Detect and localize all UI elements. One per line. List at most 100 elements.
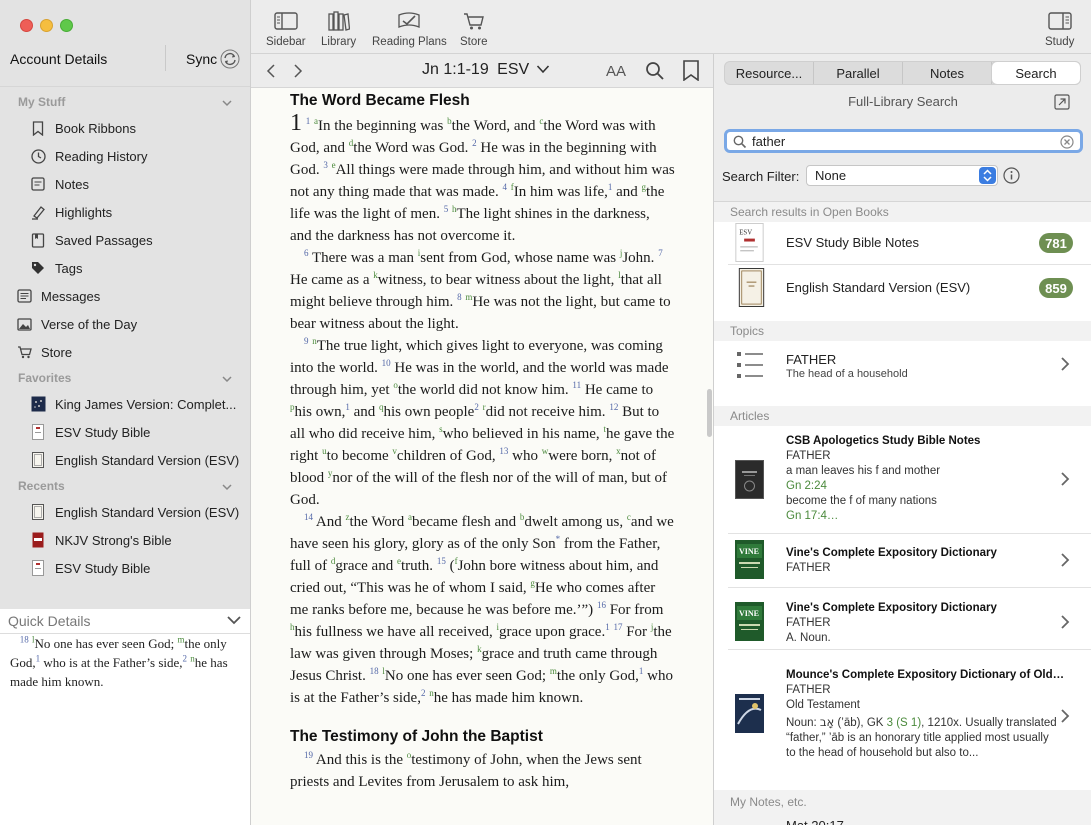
topic-row[interactable]: FATHER The head of a household <box>714 341 1091 387</box>
back-icon[interactable] <box>266 63 276 79</box>
nkjv-cover-icon <box>30 532 46 548</box>
sidebar: Account Details Sync My Stuff Book Ribbo… <box>0 0 251 825</box>
article-row[interactable]: VINE Vine's Complete Expository Dictionar… <box>714 534 1091 586</box>
clear-search-icon[interactable] <box>1060 135 1074 149</box>
chevron-down-icon[interactable] <box>226 614 242 626</box>
quick-details-panel: Quick Details 18 lNo one has ever seen G… <box>0 609 250 825</box>
my-notes-header: My Notes, etc. <box>714 790 1091 825</box>
open-external-icon[interactable] <box>1054 94 1070 110</box>
sidebar-item-verse-of-the-day[interactable]: Verse of the Day <box>16 313 137 335</box>
mounces-dictionary-cover-icon <box>735 694 764 733</box>
sidebar-icon <box>274 12 298 30</box>
search-filter-select[interactable]: None <box>806 165 998 186</box>
article-row[interactable]: Mounce's Complete Expository Dictionary … <box>714 650 1091 786</box>
recent-item-esv-study-bible[interactable]: ESV Study Bible <box>30 557 150 579</box>
bible-reader: Jn 1:1-19 ESV AA The Word Became Flesh 1… <box>251 54 713 825</box>
sidebar-item-book-ribbons[interactable]: Book Ribbons <box>30 117 136 139</box>
kjv-cover-icon <box>30 396 46 412</box>
minimize-window-button[interactable] <box>40 19 53 32</box>
study-button[interactable]: Study <box>1045 10 1074 48</box>
reading-plans-button[interactable]: Reading Plans <box>372 10 447 48</box>
pane-resize-handle[interactable] <box>707 389 712 437</box>
close-window-button[interactable] <box>20 19 33 32</box>
forward-icon[interactable] <box>293 63 303 79</box>
reader-header: Jn 1:1-19 ESV AA <box>251 54 713 88</box>
article-row[interactable]: CSB Apologetics Study Bible Notes FATHER a… <box>714 426 1091 542</box>
messages-icon <box>16 288 32 304</box>
quick-details-title: Quick Details <box>8 613 91 629</box>
paragraph: 1 1 aIn the beginning was bthe Word, and… <box>290 110 675 244</box>
search-icon[interactable] <box>645 61 665 81</box>
tab-resources[interactable]: Resource... <box>725 62 814 84</box>
tab-parallel[interactable]: Parallel <box>814 62 903 84</box>
articles-header: Articles <box>714 406 1091 426</box>
font-size-button[interactable]: AA <box>606 63 626 80</box>
esv-study-cover-icon <box>30 560 46 576</box>
article-line: FATHER <box>786 684 831 696</box>
cart-icon <box>463 13 484 30</box>
article-ref: Gn 17:4… <box>786 510 839 522</box>
chevron-right-icon <box>1060 708 1070 724</box>
article-line: become the f of many nations <box>786 495 937 507</box>
library-button[interactable]: Library <box>321 10 356 48</box>
reference-selector[interactable]: Jn 1:1-19 ESV <box>422 61 550 79</box>
esv-study-cover-icon <box>30 424 46 440</box>
favorite-item-esv-study-bible[interactable]: ESV Study Bible <box>30 421 150 443</box>
study-panel-icon <box>1048 12 1072 30</box>
tab-notes[interactable]: Notes <box>903 62 992 84</box>
paragraph: 9 nThe true light, which gives light to … <box>290 336 675 509</box>
bookmark-icon[interactable] <box>682 60 700 81</box>
sidebar-item-store[interactable]: Store <box>16 341 72 363</box>
saved-passage-icon <box>30 232 46 248</box>
zoom-window-button[interactable] <box>60 19 73 32</box>
sidebar-item-highlights[interactable]: Highlights <box>30 201 112 223</box>
vines-dictionary-cover-icon: VINE <box>735 540 764 579</box>
sidebar-item-reading-history[interactable]: Reading History <box>30 145 148 167</box>
vines-dictionary-cover-icon: VINE <box>735 602 764 641</box>
tab-search[interactable]: Search <box>992 62 1080 84</box>
result-row[interactable]: ESV ESV Study Bible Notes 781 <box>714 222 1091 264</box>
sidebar-item-tags[interactable]: Tags <box>30 257 82 279</box>
article-line: a man leaves his f and mother <box>786 465 941 477</box>
favorite-item-esv[interactable]: English Standard Version (ESV) <box>30 449 239 471</box>
sidebar-item-messages[interactable]: Messages <box>16 285 100 307</box>
chevron-down-icon[interactable] <box>221 481 233 493</box>
article-line: FATHER <box>786 562 831 574</box>
recent-item-esv[interactable]: English Standard Version (ESV) <box>30 501 239 523</box>
account-details-link[interactable]: Account Details <box>10 51 107 67</box>
result-count-badge: 859 <box>1039 278 1073 298</box>
chevron-down-icon[interactable] <box>221 97 233 109</box>
sync-icon[interactable] <box>220 49 240 69</box>
svg-text:VINE: VINE <box>739 547 759 556</box>
recent-item-nkjv[interactable]: NKJV Strong's Bible <box>30 529 172 551</box>
clock-icon <box>30 148 46 164</box>
sidebar-item-saved-passages[interactable]: Saved Passages <box>30 229 153 251</box>
sidebar-item-notes[interactable]: Notes <box>30 173 89 195</box>
image-icon <box>16 316 32 332</box>
favorite-item-kjv[interactable]: King James Version: Complet... <box>30 393 236 415</box>
article-title: Mounce's Complete Expository Dictionary … <box>786 669 1066 681</box>
chevron-down-icon[interactable] <box>221 373 233 385</box>
article-row[interactable]: VINE Vine's Complete Expository Dictionar… <box>714 588 1091 648</box>
cart-icon <box>16 344 32 360</box>
topic-title: FATHER <box>786 352 837 367</box>
article-line: Old Testament <box>786 699 860 711</box>
study-panel: Resource... Parallel Notes Search Full-L… <box>713 54 1091 825</box>
store-button[interactable]: Store <box>460 10 488 48</box>
tag-icon <box>30 260 46 276</box>
topics-header: Topics <box>714 321 1091 341</box>
sync-button[interactable]: Sync <box>186 51 217 67</box>
chevron-down-icon <box>536 65 549 74</box>
article-line: to the head of household but also to... <box>786 747 979 759</box>
search-input[interactable]: father <box>724 129 1083 153</box>
quick-details-text: 18 lNo one has ever seen God; mthe only … <box>10 634 228 689</box>
divider <box>0 86 250 87</box>
sidebar-toggle-button[interactable]: Sidebar <box>266 10 306 48</box>
my-stuff-header: My Stuff <box>18 95 66 109</box>
article-title: Vine's Complete Expository Dictionary <box>786 602 997 614</box>
info-icon[interactable] <box>1003 167 1020 184</box>
esv-study-cover-icon: ESV <box>735 223 764 262</box>
note-row-peek[interactable]: Mat 20:17 <box>786 818 844 825</box>
result-row[interactable]: English Standard Version (ESV) 859 <box>714 265 1091 311</box>
article-line: FATHER <box>786 450 831 462</box>
